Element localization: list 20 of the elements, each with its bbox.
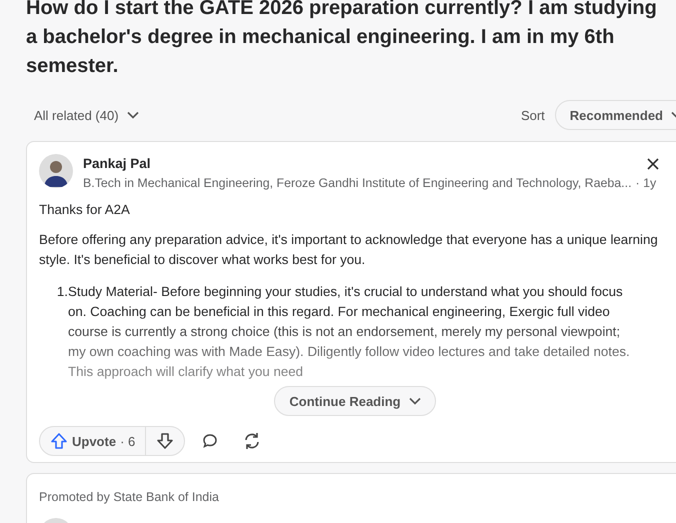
close-icon bbox=[647, 158, 659, 170]
up-arrow-icon bbox=[50, 432, 68, 450]
continue-reading-button[interactable]: Continue Reading bbox=[274, 386, 436, 416]
upvote-count: · 6 bbox=[120, 434, 136, 448]
answer-text: Thanks for A2A bbox=[39, 201, 131, 219]
author-name[interactable]: Pankaj Pal bbox=[83, 156, 633, 171]
sort-label: Sort bbox=[520, 108, 545, 122]
sort-dropdown[interactable]: Recommended bbox=[554, 100, 676, 130]
answer-time[interactable]: · 1y bbox=[636, 176, 656, 190]
list-item-text: Study Material- Before beginning your studies, it's crucial to understand what you should focus on. Coaching can be beneficial in this regard. For mechanical engineering, Exergic full video course is currently a strong choice (this is not an endorsement, merely my personal viewpoint; my own coaching was with Made Easy). Diligently follow video lectures and take detailed notes. This approach will clarify what you need bbox=[68, 283, 631, 381]
avatar bbox=[39, 154, 73, 188]
author-credential: B.Tech in Mechanical Engineering, Feroze Gandhi Institute of Engineering and Technology, Raeba... bbox=[83, 176, 632, 190]
filter-dropdown[interactable]: All related (40) bbox=[26, 108, 139, 122]
upvote-button[interactable]: Upvote · 6 bbox=[40, 427, 146, 455]
down-arrow-icon bbox=[156, 432, 174, 450]
promoted-label: Promoted by State Bank of India bbox=[39, 490, 220, 504]
list-number: 1. bbox=[56, 283, 68, 301]
answer-text: Before offering any preparation advice, it's important to acknowledge that everyone has a unique learning style. It's beneficial to discover what works best for you. bbox=[39, 231, 659, 269]
comment-icon bbox=[201, 432, 220, 450]
upvote-label: Upvote bbox=[72, 434, 116, 448]
